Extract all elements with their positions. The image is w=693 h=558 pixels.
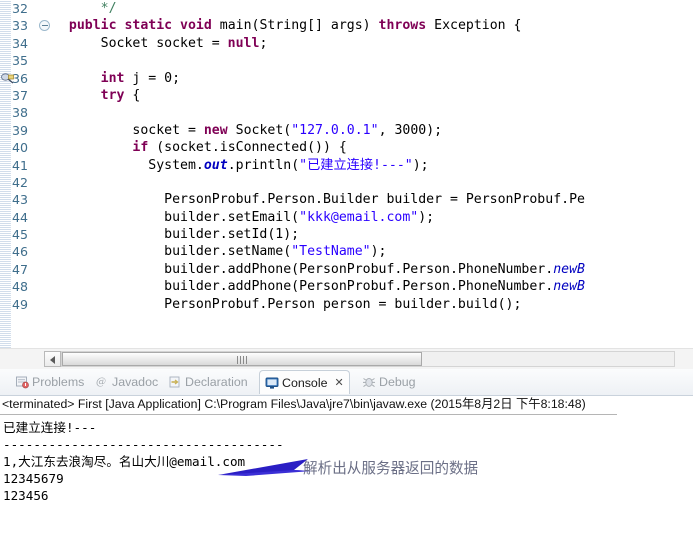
quickfix-marker-icon[interactable]: [1, 72, 15, 85]
line-number: 41: [12, 157, 29, 173]
line-number: 45: [12, 227, 29, 243]
code-fold-collapse-icon[interactable]: [39, 20, 50, 32]
eclipse-ide-window: 32 */33 public static void main(String[]…: [0, 0, 693, 558]
grip-icon: [237, 356, 247, 364]
code-line[interactable]: 48 builder.addPhone(PersonProbuf.Person.…: [0, 278, 693, 295]
line-number: 39: [12, 122, 29, 138]
tab-label: Problems: [32, 375, 85, 389]
scrollbar-thumb[interactable]: [62, 352, 422, 366]
debug-icon: [362, 375, 376, 389]
close-icon[interactable]: ✕: [334, 376, 343, 389]
tab-debug[interactable]: Debug: [357, 371, 424, 393]
code-text: System.out.println("已建立连接!---");: [53, 157, 429, 173]
tab-javadoc[interactable]: @ Javadoc: [90, 371, 166, 393]
console-process-header: <terminated> First [Java Application] C:…: [2, 397, 586, 411]
line-number: 48: [12, 279, 29, 295]
line-number: 38: [12, 105, 29, 121]
console-line: 已建立连接!---: [3, 420, 97, 435]
tab-label: Debug: [379, 375, 416, 389]
line-number: 46: [12, 244, 29, 260]
code-text: PersonProbuf.Person person = builder.bui…: [53, 296, 522, 312]
line-number: 44: [12, 209, 29, 225]
tab-declaration[interactable]: Declaration: [163, 371, 256, 393]
code-line[interactable]: 42: [0, 174, 693, 191]
code-line[interactable]: 36 int j = 0;: [0, 70, 693, 87]
line-number: 34: [12, 35, 29, 51]
code-line[interactable]: 38: [0, 104, 693, 121]
line-number: 37: [12, 87, 29, 103]
code-line[interactable]: 45 builder.setId(1);: [0, 226, 693, 243]
code-line[interactable]: 41 System.out.println("已建立连接!---");: [0, 157, 693, 174]
tab-label: Declaration: [185, 375, 248, 389]
problems-icon: [15, 375, 29, 389]
scrollbar-track[interactable]: [61, 351, 675, 367]
code-line[interactable]: 49 PersonProbuf.Person person = builder.…: [0, 296, 693, 313]
code-text: if (socket.isConnected()) {: [132, 140, 347, 156]
code-text: builder.setId(1);: [53, 227, 300, 243]
code-text: public static void main(String[] args) t…: [68, 18, 522, 34]
console-line: -------------------------------------: [3, 437, 284, 452]
code-text: Socket socket = null;: [53, 35, 268, 51]
arrow-left-icon: [50, 356, 55, 364]
code-line[interactable]: 39 socket = new Socket("127.0.0.1", 3000…: [0, 122, 693, 139]
console-output[interactable]: 已建立连接!--- -------------------------------…: [0, 419, 693, 558]
code-lines-container[interactable]: 32 */33 public static void main(String[]…: [0, 0, 693, 313]
code-text: socket = new Socket("127.0.0.1", 3000);: [53, 122, 443, 138]
code-text: builder.addPhone(PersonProbuf.Person.Pho…: [53, 279, 585, 295]
editor-horizontal-scrollbar[interactable]: [0, 348, 693, 370]
line-number: 36: [12, 70, 29, 86]
view-tab-bar[interactable]: Problems @ Javadoc Declaration Console ✕ Debug: [0, 369, 693, 396]
java-source-editor[interactable]: 32 */33 public static void main(String[]…: [0, 0, 693, 348]
code-line[interactable]: 40 if (socket.isConnected()) {: [0, 139, 693, 156]
code-line[interactable]: 33 public static void main(String[] args…: [0, 17, 693, 34]
code-line[interactable]: 44 builder.setEmail("kkk@email.com");: [0, 209, 693, 226]
annotation-label: 解析出从服务器返回的数据: [303, 460, 479, 477]
tab-label: Javadoc: [112, 375, 159, 389]
console-line: 123456: [3, 488, 49, 503]
line-number: 33: [12, 18, 29, 34]
code-text: PersonProbuf.Person.Builder builder = Pe…: [53, 192, 585, 208]
line-number: 49: [12, 296, 29, 312]
code-line[interactable]: 43 PersonProbuf.Person.Builder builder =…: [0, 191, 693, 208]
tab-label: Console: [282, 375, 328, 390]
svg-text:@: @: [96, 377, 106, 388]
editor-top-clipped-row: [0, 0, 693, 6]
code-line[interactable]: 37 try {: [0, 87, 693, 104]
code-line[interactable]: 35: [0, 52, 693, 69]
line-number: 35: [12, 53, 29, 69]
line-number: 40: [12, 140, 29, 156]
line-number: 47: [12, 261, 29, 277]
code-line[interactable]: 47 builder.addPhone(PersonProbuf.Person.…: [0, 261, 693, 278]
code-line[interactable]: 34 Socket socket = null;: [0, 35, 693, 52]
javadoc-icon: @: [95, 375, 109, 389]
code-text: int j = 0;: [100, 70, 181, 86]
console-header-separator: [0, 414, 617, 415]
declaration-icon: [168, 375, 182, 389]
tab-console[interactable]: Console ✕: [259, 370, 350, 394]
line-number: 43: [12, 192, 29, 208]
code-text: builder.setName("TestName");: [53, 244, 387, 260]
code-text: try {: [100, 87, 141, 103]
console-icon: [265, 376, 279, 390]
line-number: 42: [12, 174, 29, 190]
scroll-left-button[interactable]: [44, 351, 61, 367]
code-line[interactable]: 46 builder.setName("TestName");: [0, 243, 693, 260]
code-text: builder.addPhone(PersonProbuf.Person.Pho…: [53, 261, 585, 277]
code-text: builder.setEmail("kkk@email.com");: [53, 209, 435, 225]
tab-problems[interactable]: Problems: [10, 371, 92, 393]
